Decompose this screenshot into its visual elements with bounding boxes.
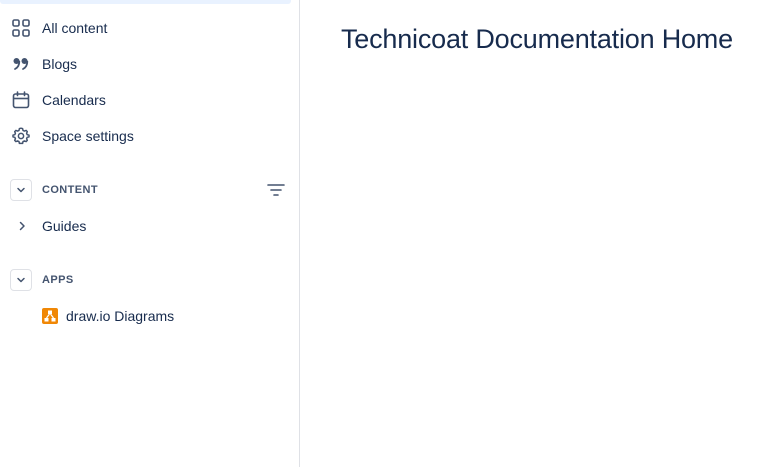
chevron-right-icon[interactable] (16, 220, 28, 232)
drawio-icon (42, 308, 58, 324)
section-title: CONTENT (42, 184, 98, 196)
app-item-drawio[interactable]: draw.io Diagrams (10, 302, 291, 330)
sidebar-item-label: Space settings (42, 128, 134, 144)
page-title: Technicoat Documentation Home (341, 24, 733, 54)
gear-icon (12, 127, 30, 145)
app-item-label: draw.io Diagrams (66, 308, 175, 324)
apps-collapse-toggle[interactable] (10, 269, 32, 291)
apps-section-header: APPS (10, 269, 291, 293)
calendar-icon (12, 91, 30, 109)
filter-icon (267, 184, 285, 196)
grid-icon (12, 19, 30, 37)
sidebar-item-space-settings[interactable]: Space settings (4, 120, 291, 152)
sidebar-item-label: Blogs (42, 56, 78, 72)
filter-button[interactable] (265, 180, 287, 200)
tree-item-label: Guides (42, 218, 87, 234)
sidebar-item-all-content[interactable]: All content (4, 12, 291, 44)
sidebar-item-blogs[interactable]: Blogs (4, 48, 291, 80)
selected-item-highlight[interactable] (0, 0, 291, 4)
sidebar-item-label: Calendars (42, 92, 106, 108)
quote-icon (13, 58, 29, 70)
main-content: Technicoat Documentation Home (301, 0, 762, 467)
sidebar-item-label: All content (42, 20, 108, 36)
tree-item-guides[interactable]: Guides (10, 212, 291, 240)
content-section-header: CONTENT (10, 179, 291, 203)
content-collapse-toggle[interactable] (10, 179, 32, 201)
chevron-down-icon (17, 187, 25, 193)
chevron-down-icon (17, 277, 25, 283)
sidebar-item-calendars[interactable]: Calendars (4, 84, 291, 116)
section-title: APPS (42, 274, 74, 286)
sidebar: All content Blogs Calendars Space settin… (0, 0, 300, 467)
